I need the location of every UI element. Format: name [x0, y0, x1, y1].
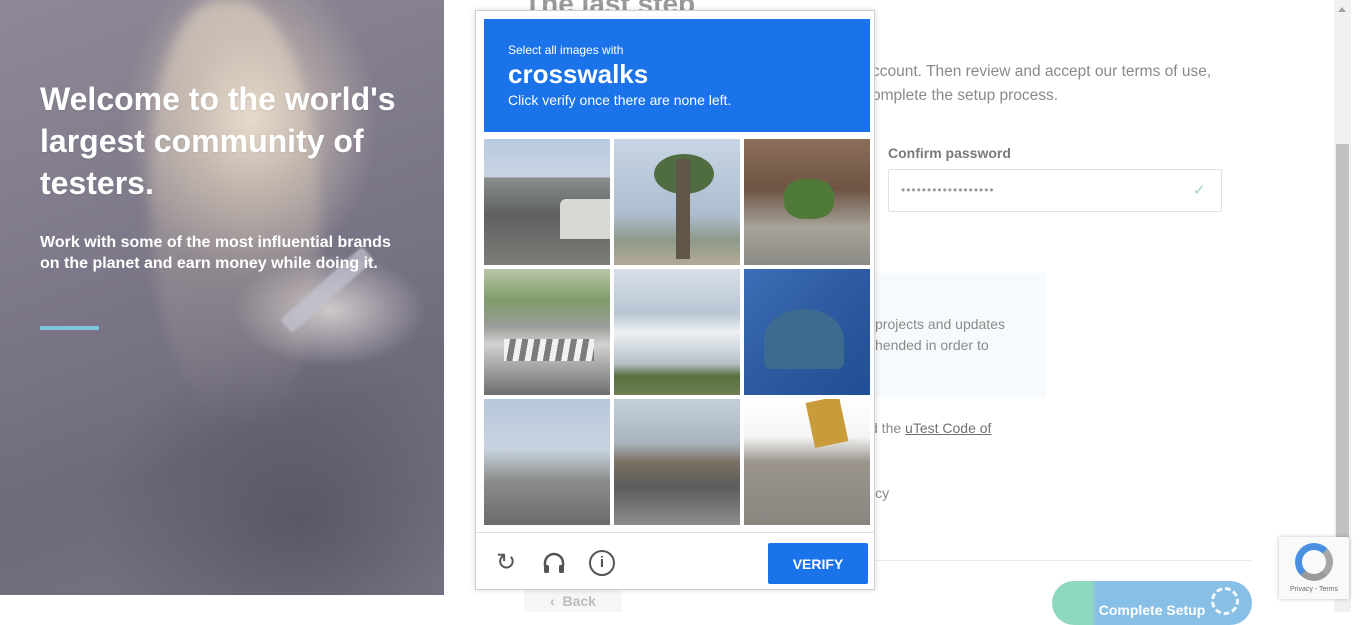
code-of-conduct-link[interactable]: uTest Code of: [905, 420, 991, 436]
captcha-tile[interactable]: [614, 399, 740, 525]
headphones-icon[interactable]: [541, 550, 567, 576]
captcha-challenge: Select all images with crosswalks Click …: [475, 10, 875, 590]
hero-panel: Welcome to the world's largest community…: [0, 0, 444, 595]
captcha-header: Select all images with crosswalks Click …: [484, 19, 870, 132]
recaptcha-logo-icon: [1295, 543, 1333, 581]
captcha-instruction: Click verify once there are none left.: [508, 92, 732, 108]
info-icon[interactable]: i: [589, 550, 615, 576]
captcha-tile[interactable]: [484, 139, 610, 265]
captcha-tile[interactable]: [614, 139, 740, 265]
intro-text: ccount. Then review and accept our terms…: [872, 60, 1272, 108]
captcha-prompt: Select all images with: [508, 43, 624, 57]
captcha-tile[interactable]: [484, 399, 610, 525]
back-button-label: Back: [562, 593, 596, 609]
preferences-line-1: projects and updates: [875, 316, 1005, 332]
confirm-password-label: Confirm password: [888, 145, 1011, 161]
code-prefix: d the: [870, 420, 906, 436]
scroll-up-arrow-icon[interactable]: [1338, 7, 1346, 12]
complete-setup-label: Complete Setup: [1098, 601, 1206, 618]
hero-accent-line: [40, 326, 99, 330]
confirm-password-input[interactable]: ••••••••••••••••••: [888, 169, 1222, 212]
reload-icon[interactable]: ↻: [493, 550, 519, 576]
captcha-tile[interactable]: [484, 269, 610, 395]
scroll-thumb[interactable]: [1336, 144, 1349, 539]
captcha-image-grid: [484, 139, 870, 525]
code-of-conduct-text: d the uTest Code of: [870, 420, 991, 436]
hero-subtitle: Work with some of the most influential b…: [40, 234, 391, 272]
preferences-line-2: hended in order to: [875, 337, 989, 353]
hero-background-image: [150, 0, 320, 430]
preferences-text: projects and updates hended in order to: [875, 314, 1045, 356]
recaptcha-terms[interactable]: Privacy - Terms: [1283, 586, 1345, 593]
page-scrollbar[interactable]: [1334, 0, 1351, 612]
captcha-tile[interactable]: [744, 399, 870, 525]
captcha-tile[interactable]: [614, 269, 740, 395]
back-button[interactable]: ‹ Back: [524, 588, 622, 612]
captcha-footer: ↻ i VERIFY: [476, 532, 874, 590]
recaptcha-badge[interactable]: Privacy - Terms: [1279, 537, 1349, 599]
check-icon: ✓: [1193, 182, 1206, 199]
intro-line-2: omplete the setup process.: [872, 87, 1059, 104]
captcha-tile[interactable]: [744, 269, 870, 395]
captcha-keyword: crosswalks: [508, 59, 649, 89]
captcha-tile[interactable]: [744, 139, 870, 265]
intro-line-1: ccount. Then review and accept our terms…: [872, 63, 1212, 80]
verify-button[interactable]: VERIFY: [768, 543, 868, 584]
chevron-left-icon: ‹: [550, 593, 555, 609]
hero-title: Welcome to the world's largest community…: [40, 81, 396, 201]
loading-spinner-icon: [1211, 587, 1239, 615]
